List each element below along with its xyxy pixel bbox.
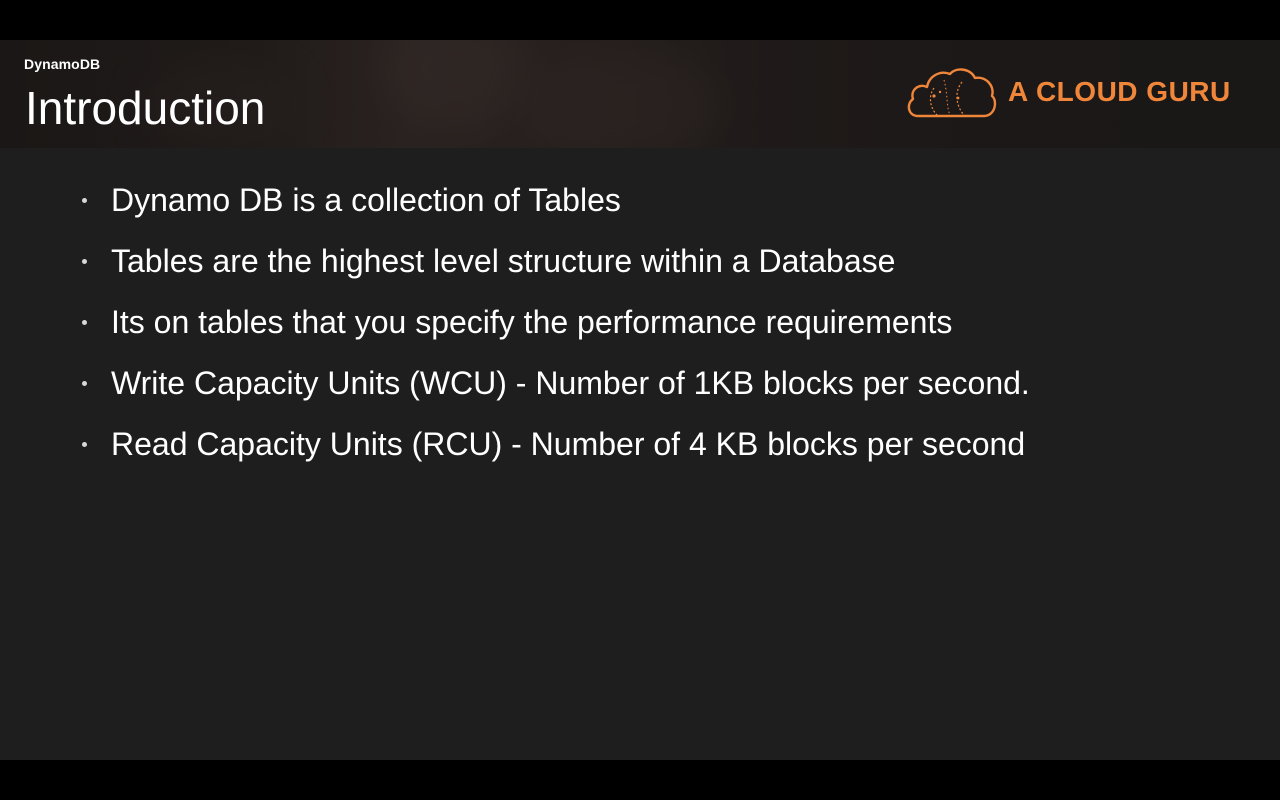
brand-name: A CLOUD GURU [1008, 76, 1231, 107]
section-label: DynamoDB [24, 56, 101, 72]
bullet-text: Dynamo DB is a collection of Tables [111, 182, 621, 218]
slide-header: DynamoDB Introduction A CLOUD GURU [0, 40, 1280, 148]
cloud-icon [907, 68, 997, 118]
bullet-dot-icon [82, 442, 87, 447]
bullet-text: Its on tables that you specify the perfo… [111, 304, 953, 340]
bullet-dot-icon [82, 259, 87, 264]
bullet-text: Read Capacity Units (RCU) - Number of 4 … [111, 426, 1026, 462]
bullet-text: Tables are the highest level structure w… [111, 243, 896, 279]
bullet-dot-icon [82, 320, 87, 325]
slide-title: Introduction [25, 82, 266, 134]
bullet-dot-icon [82, 198, 87, 203]
presenter-video-overlay [380, 40, 530, 130]
video-frame: DynamoDB Introduction A CLOUD GURU Dynam… [0, 0, 1280, 800]
slide: DynamoDB Introduction A CLOUD GURU Dynam… [0, 40, 1280, 760]
brand-logo: A CLOUD GURU [904, 66, 1244, 122]
bullet-text: Write Capacity Units (WCU) - Number of 1… [111, 365, 1030, 401]
bullet-dot-icon [82, 381, 87, 386]
presenter-video-overlay [520, 50, 720, 148]
